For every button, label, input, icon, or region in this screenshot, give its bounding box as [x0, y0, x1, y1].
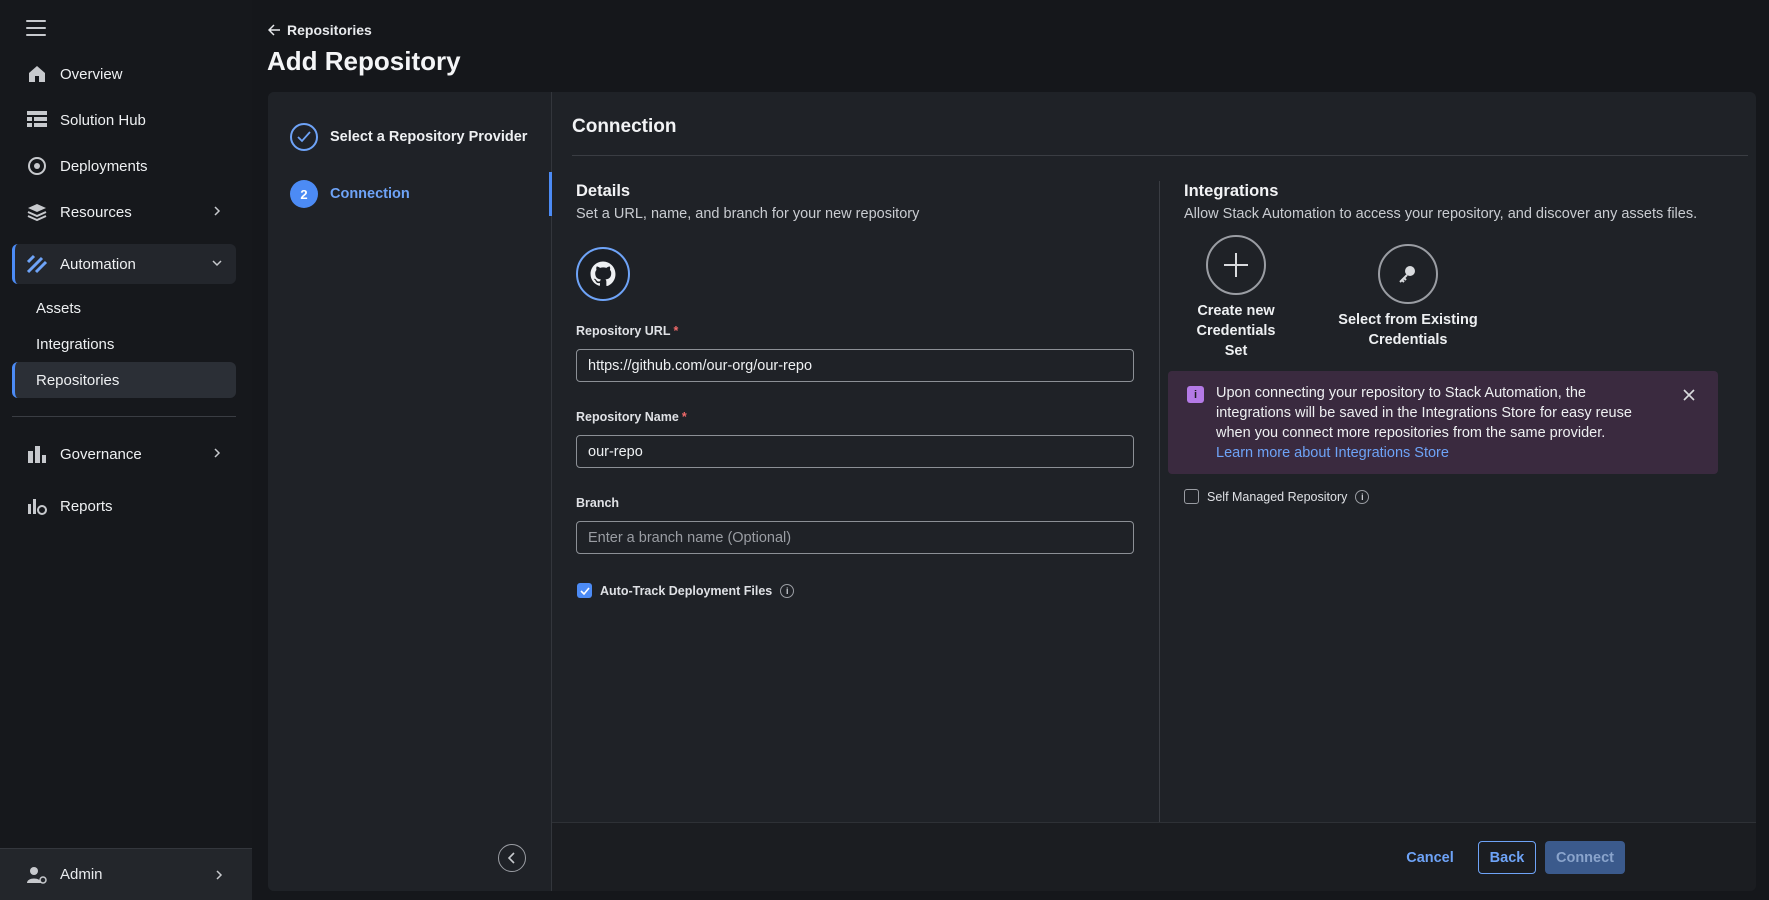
- page-title: Add Repository: [267, 46, 461, 76]
- sidebar-subitem-repositories[interactable]: Repositories: [12, 362, 236, 398]
- sidebar-subitem-assets[interactable]: Assets: [12, 290, 236, 326]
- integrations-subtitle: Allow Stack Automation to access your re…: [1184, 206, 1698, 222]
- self-managed-row: Self Managed Repository i: [1184, 489, 1370, 504]
- sidebar-item-deployments[interactable]: Deployments: [12, 146, 236, 186]
- panel-divider: [572, 155, 1748, 156]
- chevron-right-icon: [214, 448, 221, 458]
- sidebar-divider: [12, 416, 236, 417]
- wizard-footer: Cancel Back Connect: [552, 822, 1756, 891]
- step-number: 2: [290, 180, 318, 208]
- self-managed-label: Self Managed Repository: [1207, 489, 1348, 504]
- menu-icon[interactable]: [26, 20, 46, 38]
- info-icon[interactable]: i: [1355, 489, 1370, 504]
- sidebar-item-reports[interactable]: Reports: [12, 486, 236, 526]
- auto-track-checkbox[interactable]: [577, 583, 592, 598]
- user-settings-icon: [26, 865, 48, 885]
- sidebar-item-solution-hub[interactable]: Solution Hub: [12, 100, 236, 140]
- key-icon: [1378, 244, 1438, 304]
- details-heading: Details: [576, 182, 631, 200]
- chevron-right-icon: [216, 870, 223, 880]
- automation-icon: [26, 253, 48, 275]
- sidebar-item-label: Automation: [60, 255, 136, 273]
- sidebar-item-resources[interactable]: Resources: [12, 192, 236, 232]
- plus-icon: [1206, 235, 1266, 295]
- chevron-down-icon: [212, 260, 222, 267]
- integrations-store-link[interactable]: Learn more about Integrations Store: [1216, 443, 1670, 463]
- auto-track-row: Auto-Track Deployment Files i: [577, 583, 795, 598]
- sidebar: Overview Solution Hub Deployments Resour…: [0, 0, 252, 900]
- close-icon[interactable]: [1682, 388, 1696, 402]
- admin-menu[interactable]: Admin: [0, 848, 252, 900]
- admin-label: Admin: [60, 866, 103, 883]
- sidebar-item-label: Solution Hub: [60, 111, 146, 129]
- sidebar-item-label: Reports: [60, 497, 113, 515]
- auto-track-label: Auto-Track Deployment Files: [600, 583, 773, 598]
- repository-name-label: Repository Name *: [576, 410, 687, 424]
- info-icon[interactable]: i: [780, 583, 795, 598]
- github-provider-button[interactable]: [576, 247, 630, 301]
- cancel-button[interactable]: Cancel: [1398, 841, 1462, 874]
- step-label: Connection: [330, 186, 410, 202]
- info-icon: i: [1187, 386, 1204, 403]
- deployments-icon: [26, 155, 48, 177]
- collapse-panel-button[interactable]: [498, 844, 526, 872]
- repository-url-input[interactable]: [576, 349, 1134, 382]
- repository-url-label: Repository URL *: [576, 324, 679, 338]
- sidebar-item-automation[interactable]: Automation: [12, 244, 236, 284]
- sidebar-item-overview[interactable]: Overview: [12, 54, 236, 94]
- check-icon: [290, 123, 318, 151]
- sidebar-item-label: Overview: [60, 65, 123, 83]
- check-icon: [579, 586, 590, 595]
- governance-icon: [26, 443, 48, 465]
- grid-icon: [26, 109, 48, 131]
- sidebar-item-label: Governance: [60, 445, 142, 463]
- integrations-info-banner: i Upon connecting your repository to Sta…: [1168, 371, 1718, 474]
- arrow-left-icon: [268, 24, 280, 36]
- home-icon: [26, 63, 48, 85]
- breadcrumb-label: Repositories: [287, 22, 372, 38]
- wizard-card: Select a Repository Provider 2 Connectio…: [268, 92, 1756, 891]
- connection-panel: Connection Details Set a URL, name, and …: [552, 92, 1756, 891]
- branch-input[interactable]: [576, 521, 1134, 554]
- wizard-steps: Select a Repository Provider 2 Connectio…: [268, 92, 552, 891]
- branch-label: Branch: [576, 496, 620, 510]
- chevron-left-icon: [507, 852, 515, 864]
- chevron-right-icon: [214, 206, 221, 216]
- breadcrumb[interactable]: Repositories: [268, 22, 372, 38]
- step-connection[interactable]: 2 Connection: [290, 180, 410, 208]
- back-button[interactable]: Back: [1478, 841, 1536, 874]
- details-subtitle: Set a URL, name, and branch for your new…: [576, 206, 920, 222]
- sidebar-subitem-integrations[interactable]: Integrations: [12, 326, 236, 362]
- sidebar-item-governance[interactable]: Governance: [12, 434, 236, 474]
- github-icon: [590, 261, 616, 287]
- panel-title: Connection: [572, 116, 677, 137]
- step-label: Select a Repository Provider: [330, 129, 528, 145]
- step-select-provider[interactable]: Select a Repository Provider: [290, 123, 527, 151]
- column-divider: [1159, 181, 1160, 822]
- create-credentials-button[interactable]: Create new Credentials Set: [1180, 235, 1292, 361]
- connect-button[interactable]: Connect: [1545, 841, 1625, 874]
- layers-icon: [26, 201, 48, 223]
- self-managed-checkbox[interactable]: [1184, 489, 1199, 504]
- integrations-heading: Integrations: [1184, 182, 1279, 200]
- reports-icon: [26, 495, 48, 517]
- repository-name-input[interactable]: [576, 435, 1134, 468]
- sidebar-item-label: Deployments: [60, 157, 148, 175]
- sidebar-item-label: Resources: [60, 203, 132, 221]
- select-existing-credentials-button[interactable]: Select from Existing Credentials: [1334, 244, 1482, 350]
